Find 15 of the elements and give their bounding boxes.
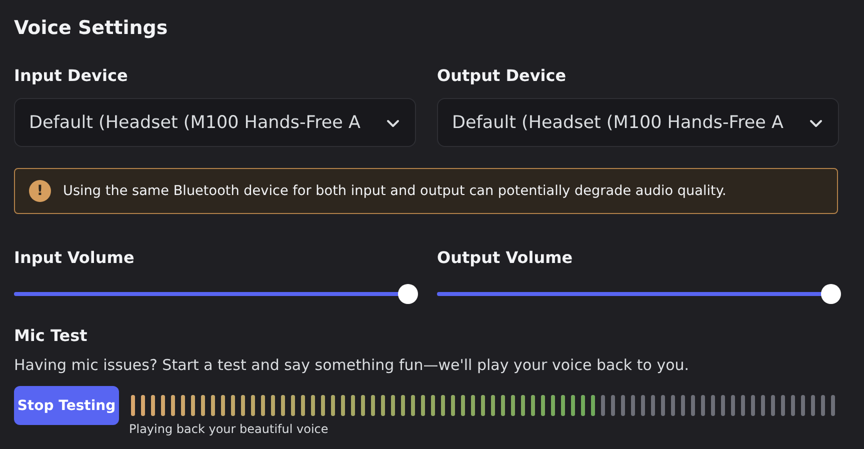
page-title: Voice Settings xyxy=(14,16,169,41)
slider-label: Input Volume xyxy=(14,248,136,268)
volume-slider[interactable] xyxy=(14,284,418,304)
stop-testing-button[interactable]: Stop Testing xyxy=(14,386,119,425)
field-label: Input Device xyxy=(14,66,129,86)
volume-slider[interactable] xyxy=(437,284,841,304)
section-heading: Mic Test xyxy=(14,326,88,346)
device-dropdown[interactable]: Default (Headset (M100 Hands-Free A xyxy=(14,98,416,147)
meter-caption: Playing back your beautiful voice xyxy=(129,422,330,436)
field-label: Output Device xyxy=(437,66,568,86)
slider-label: Output Volume xyxy=(437,248,574,268)
device-dropdown[interactable]: Default (Headset (M100 Hands-Free A xyxy=(437,98,839,147)
warning-icon: ! xyxy=(29,180,51,202)
section-description: Having mic issues? Start a test and say something fun—we'll play your voice back to you. xyxy=(14,356,690,374)
warning-text: Using the same Bluetooth device for both input and output can potentially degrade audio quality. xyxy=(63,183,726,199)
